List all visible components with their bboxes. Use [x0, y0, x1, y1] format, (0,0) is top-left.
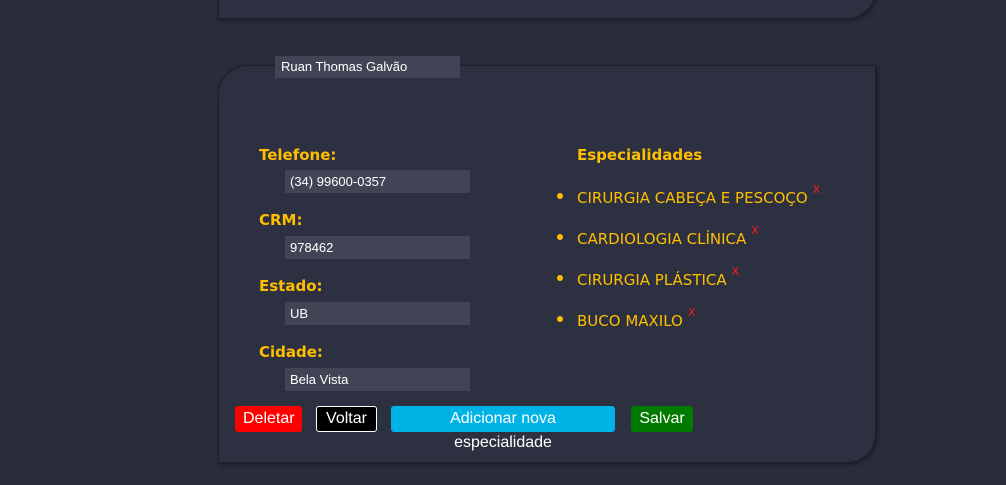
specialty-item: CIRURGIA CABEÇA E PESCOÇO X — [557, 183, 820, 224]
crm-label: CRM: — [259, 211, 303, 229]
crm-input[interactable] — [285, 236, 470, 259]
doctor-name-input[interactable] — [275, 56, 460, 78]
specialty-item: CARDIOLOGIA CLÍNICA X — [557, 224, 820, 265]
specialty-name: BUCO MAXILO — [577, 312, 683, 330]
phone-label: Telefone: — [259, 146, 337, 164]
save-button[interactable]: Salvar — [631, 406, 693, 432]
specialty-item: BUCO MAXILO X — [557, 306, 820, 347]
delete-button[interactable]: Deletar — [235, 406, 302, 432]
bullet-icon — [557, 234, 563, 240]
specialties-title: Especialidades — [577, 146, 703, 164]
specialty-name: CIRURGIA PLÁSTICA — [577, 271, 727, 289]
remove-specialty-button[interactable]: X — [732, 265, 740, 278]
previous-card — [218, 0, 877, 20]
remove-specialty-button[interactable]: X — [688, 306, 696, 319]
specialty-item: CIRURGIA PLÁSTICA X — [557, 265, 820, 306]
back-button[interactable]: Voltar — [316, 406, 377, 432]
bullet-icon — [557, 275, 563, 281]
state-label: Estado: — [259, 277, 323, 295]
city-label: Cidade: — [259, 343, 323, 361]
city-input[interactable] — [285, 368, 470, 391]
specialty-name: CIRURGIA CABEÇA E PESCOÇO — [577, 189, 808, 207]
specialty-name: CARDIOLOGIA CLÍNICA — [577, 230, 747, 248]
phone-input[interactable] — [285, 170, 470, 193]
specialties-list: CIRURGIA CABEÇA E PESCOÇO X CARDIOLOGIA C… — [557, 183, 820, 347]
bullet-icon — [557, 316, 563, 322]
remove-specialty-button[interactable]: X — [813, 183, 821, 196]
bullet-icon — [557, 193, 563, 199]
add-specialty-button[interactable]: Adicionar nova especialidade — [391, 406, 615, 451]
remove-specialty-button[interactable]: X — [751, 224, 759, 237]
state-input[interactable] — [285, 302, 470, 325]
